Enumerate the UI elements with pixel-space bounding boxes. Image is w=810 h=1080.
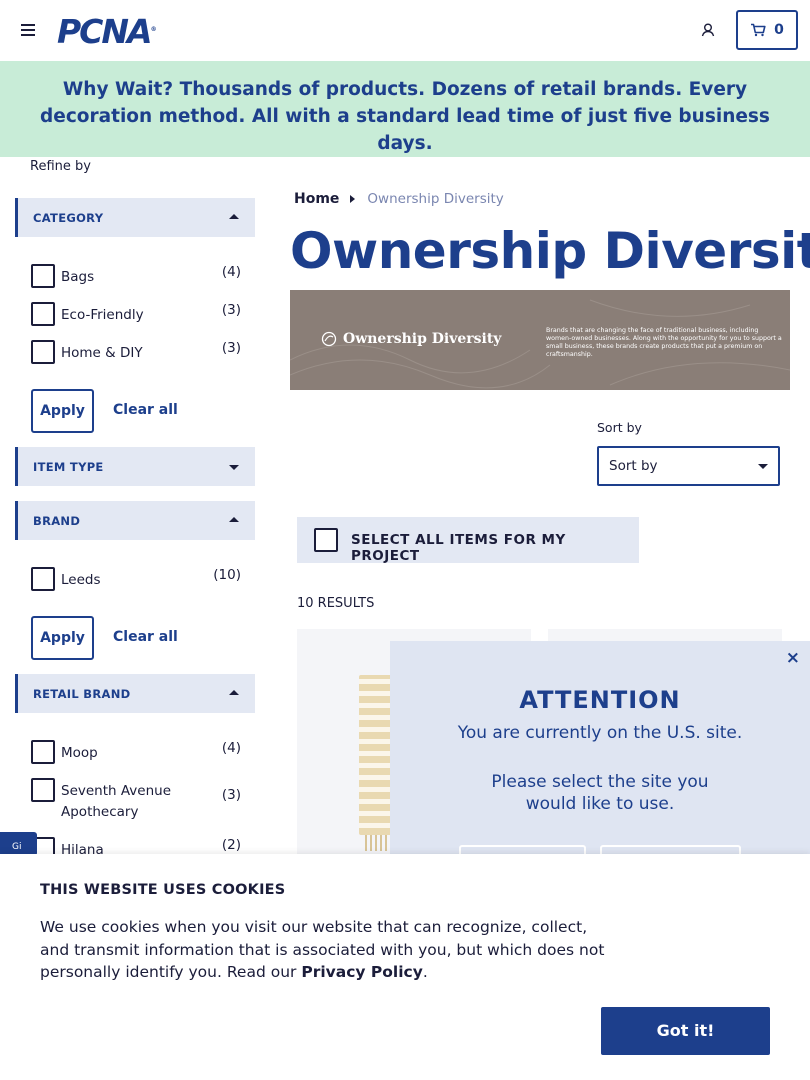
cart-icon [751, 23, 766, 37]
results-count: 10 RESULTS [297, 596, 375, 611]
pcna-logo[interactable]: PCNA® [57, 12, 157, 51]
facet-title: RETAIL BRAND [33, 687, 131, 701]
breadcrumb-current: Ownership Diversity [367, 191, 504, 207]
cookie-title: THIS WEBSITE USES COOKIES [40, 882, 286, 898]
site-header: PCNA® 0 [0, 0, 810, 61]
modal-prompt-2: would like to use. [525, 794, 675, 814]
cart-count: 0 [774, 22, 784, 38]
brand-apply-button[interactable]: Apply [31, 616, 94, 660]
page-title: Ownership Diversity [290, 222, 810, 280]
checkbox[interactable] [31, 567, 55, 591]
caret-up-icon [229, 690, 239, 695]
promo-banner: Why Wait? Thousands of products. Dozens … [0, 61, 810, 157]
breadcrumb: Home Ownership Diversity [294, 191, 504, 207]
close-icon[interactable]: × [786, 648, 800, 668]
caret-down-icon [758, 464, 768, 469]
hero-image: Ownership Diversity Brands that are chan… [290, 290, 790, 390]
checkbox[interactable] [31, 264, 55, 288]
hero-title: Ownership Diversity [321, 331, 501, 347]
sort-label: Sort by [597, 420, 642, 435]
checkbox[interactable] [314, 528, 338, 552]
facet-item-type[interactable]: ITEM TYPE [15, 447, 255, 486]
category-clear-all-link[interactable]: Clear all [113, 402, 178, 418]
privacy-policy-link[interactable]: Privacy Policy [301, 963, 423, 981]
caret-up-icon [229, 517, 239, 522]
hero-description: Brands that are changing the face of tra… [546, 327, 782, 358]
facet-title: CATEGORY [33, 211, 104, 225]
caret-up-icon [229, 214, 239, 219]
checkbox[interactable] [31, 778, 55, 802]
got-it-button[interactable]: Got it! [601, 1007, 770, 1055]
site-selector-modal: × ATTENTION You are currently on the U.S… [390, 641, 810, 885]
facet-retail-brand[interactable]: RETAIL BRAND [15, 674, 255, 713]
breadcrumb-home-link[interactable]: Home [294, 191, 339, 207]
chevron-right-icon [350, 195, 356, 203]
modal-title: ATTENTION [519, 686, 681, 714]
sort-select[interactable]: Sort by [597, 446, 780, 486]
leaf-logo-icon [321, 331, 337, 347]
modal-prompt: Please select the site you [491, 772, 709, 792]
cookie-text: We use cookies when you visit our websit… [40, 918, 605, 981]
checkbox[interactable] [31, 340, 55, 364]
promo-lead: Why Wait? [62, 79, 174, 100]
modal-message: You are currently on the U.S. site. [457, 723, 743, 743]
cart-button[interactable]: 0 [736, 10, 798, 50]
facet-title: ITEM TYPE [33, 460, 104, 474]
caret-down-icon [229, 465, 239, 470]
checkbox[interactable] [31, 740, 55, 764]
menu-icon[interactable] [21, 24, 35, 36]
checkbox[interactable] [31, 302, 55, 326]
category-apply-button[interactable]: Apply [31, 389, 94, 433]
facet-title: BRAND [33, 514, 81, 528]
cookie-banner: THIS WEBSITE USES COOKIES We use cookies… [0, 854, 810, 1080]
refine-label: Refine by [30, 159, 91, 174]
select-all-items-toggle[interactable]: SELECT ALL ITEMS FOR MY PROJECT [297, 517, 639, 564]
feedback-tab[interactable]: Gi [0, 832, 37, 856]
facet-brand[interactable]: BRAND [15, 501, 255, 540]
facet-category[interactable]: CATEGORY [15, 198, 255, 237]
account-icon[interactable] [699, 21, 717, 39]
brand-clear-all-link[interactable]: Clear all [113, 629, 178, 645]
